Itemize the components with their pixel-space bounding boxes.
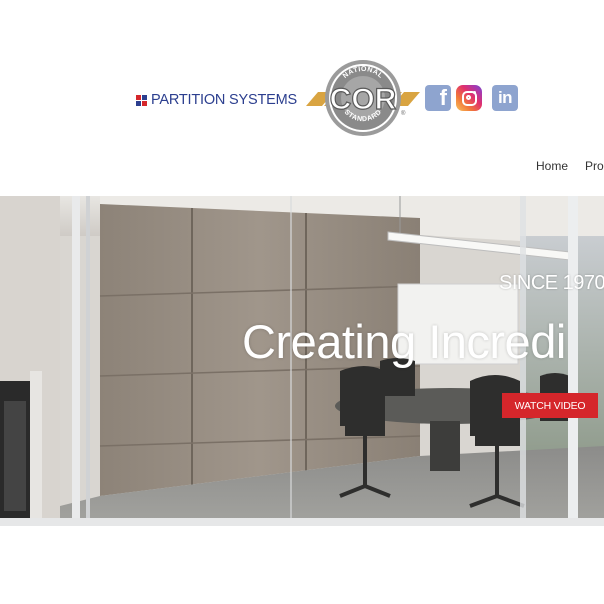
brand-logo[interactable]: PARTITION SYSTEMS bbox=[136, 92, 297, 108]
linkedin-icon[interactable]: in bbox=[492, 85, 518, 111]
cor-badge-main-text: COR bbox=[330, 83, 397, 116]
nav-item-home[interactable]: Home bbox=[536, 159, 568, 173]
brand-mark-icon bbox=[136, 94, 147, 106]
facebook-icon[interactable]: f bbox=[425, 85, 451, 111]
instagram-icon[interactable] bbox=[456, 85, 482, 111]
cor-badge-registered-mark: ® bbox=[401, 110, 406, 117]
hero-since-text: SINCE 1970 bbox=[499, 272, 604, 294]
hero-headline: Creating Incredi bbox=[242, 315, 566, 368]
facebook-glyph: f bbox=[439, 85, 447, 110]
watch-video-button[interactable]: WATCH VIDEO bbox=[502, 393, 598, 418]
nav-item-products[interactable]: Prod bbox=[585, 159, 604, 173]
linkedin-glyph: in bbox=[497, 88, 513, 107]
brand-name: PARTITION SYSTEMS bbox=[151, 92, 297, 108]
cor-badge-logo: NATIONAL STANDARD COR ® bbox=[306, 60, 420, 136]
main-nav: Home Prod bbox=[536, 159, 604, 173]
